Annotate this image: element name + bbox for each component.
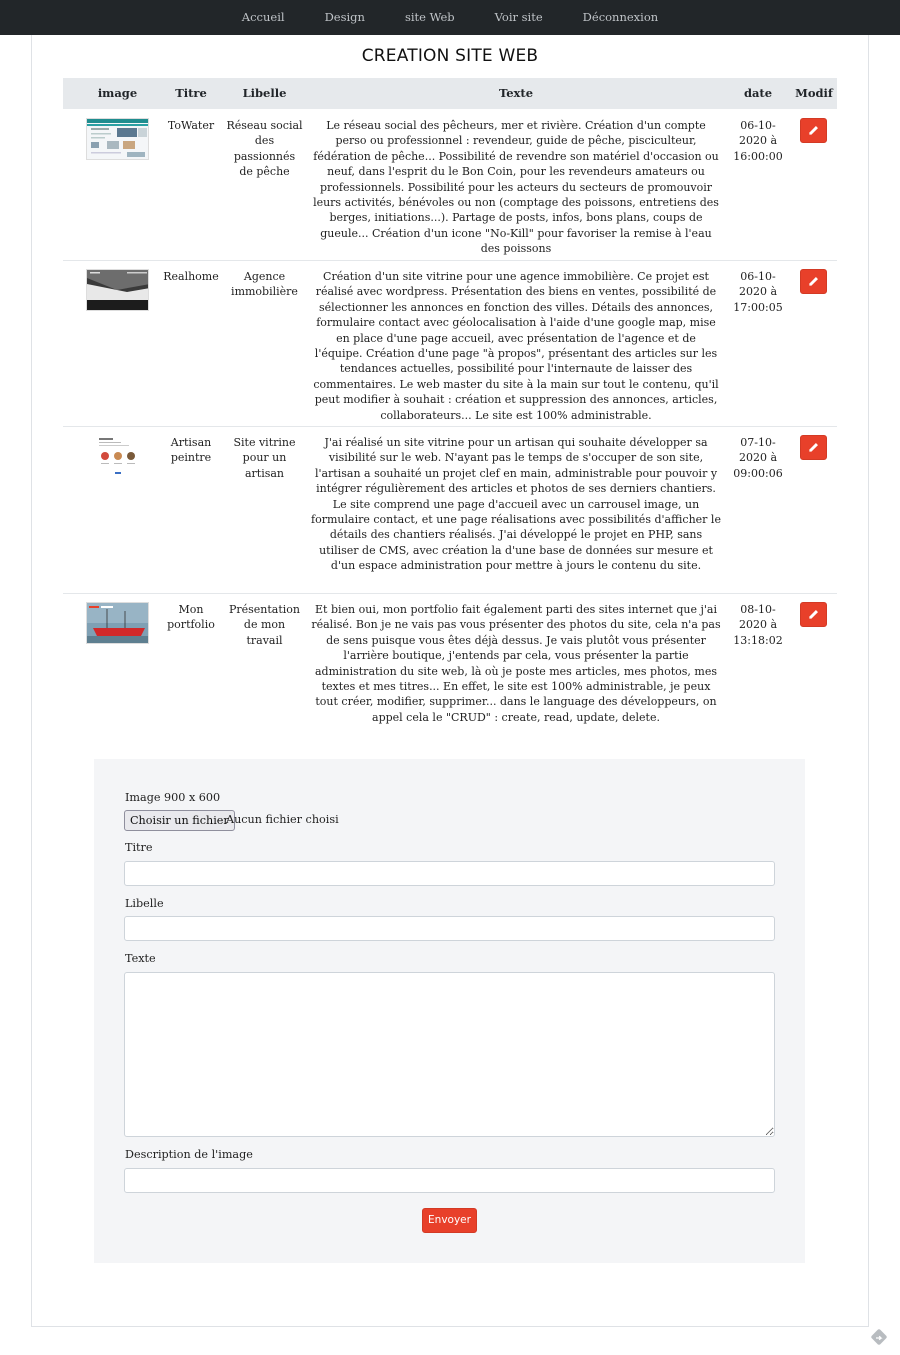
- edit-button[interactable]: [800, 435, 827, 460]
- thumbnail-image: [86, 269, 149, 311]
- texte-textarea[interactable]: [124, 972, 775, 1137]
- row-texte: Et bien oui, mon portfolio fait égalemen…: [311, 603, 721, 724]
- header-image: image: [97, 86, 138, 100]
- row-libelle: Présentation de mon travail: [228, 603, 301, 647]
- header-modif: Modif: [795, 86, 833, 100]
- header-libelle: Libelle: [242, 86, 287, 100]
- pencil-icon: [809, 610, 818, 619]
- header-texte: Texte: [498, 86, 534, 100]
- row-titre: Mon portfolio: [167, 603, 215, 632]
- submit-button[interactable]: Envoyer: [422, 1208, 477, 1233]
- table-row: Realhome Agence immobilière Création d'u…: [63, 261, 837, 427]
- row-titre: Realhome: [163, 270, 219, 283]
- create-site-form: Image 900 x 600 Choisir un fichier Aucun…: [94, 759, 805, 1263]
- row-date: 08-10-2020 à 13:18:02: [733, 603, 783, 647]
- row-libelle: Site vitrine pour un artisan: [233, 436, 296, 480]
- description-input[interactable]: [124, 1168, 775, 1193]
- row-texte: Le réseau social des pêcheurs, mer et ri…: [313, 119, 719, 256]
- row-date: 06-10-2020 à 17:00:05: [733, 270, 783, 314]
- thumbnail-image: [86, 435, 149, 477]
- texte-label: Texte: [125, 952, 156, 965]
- nav-site-web[interactable]: site Web: [385, 0, 475, 35]
- libelle-label: Libelle: [125, 897, 164, 910]
- thumbnail-image: [86, 602, 149, 644]
- edit-button[interactable]: [800, 118, 827, 143]
- row-texte: J'ai réalisé un site vitrine pour un art…: [311, 436, 721, 573]
- nav-links: Accueil Design site Web Voir site Déconn…: [0, 0, 900, 35]
- nav-design[interactable]: Design: [305, 0, 385, 35]
- top-navbar: Accueil Design site Web Voir site Déconn…: [0, 0, 900, 35]
- table-row: Artisan peintre Site vitrine pour un art…: [63, 427, 837, 594]
- nav-deconnexion[interactable]: Déconnexion: [563, 0, 679, 35]
- pencil-icon: [809, 126, 818, 135]
- file-status: Aucun fichier choisi: [226, 813, 339, 826]
- thumbnail-image: [86, 118, 149, 160]
- row-date: 06-10-2020 à 16:00:00: [733, 119, 783, 163]
- row-titre: ToWater: [167, 119, 215, 132]
- titre-label: Titre: [125, 841, 153, 854]
- pencil-icon: [809, 443, 818, 452]
- choose-file-button[interactable]: Choisir un fichier: [124, 810, 235, 831]
- image-label: Image 900 x 600: [125, 791, 221, 804]
- table-header: image Titre Libelle Texte date Modif: [63, 78, 837, 109]
- pencil-icon: [809, 277, 818, 286]
- row-libelle: Agence immobilière: [231, 270, 298, 299]
- titre-input[interactable]: [124, 861, 775, 886]
- libelle-input[interactable]: [124, 916, 775, 941]
- edit-button[interactable]: [800, 602, 827, 627]
- nav-voir-site[interactable]: Voir site: [475, 0, 563, 35]
- page-title: CREATION SITE WEB: [361, 46, 539, 66]
- table-row: ToWater Réseau social des passionnés de …: [63, 109, 837, 261]
- nav-accueil[interactable]: Accueil: [222, 0, 305, 35]
- row-texte: Création d'un site vitrine pour une agen…: [313, 270, 719, 422]
- edit-button[interactable]: [800, 269, 827, 294]
- diamond-arrow-icon[interactable]: [870, 1328, 888, 1346]
- table-row: Mon portfolio Présentation de mon travai…: [63, 594, 837, 724]
- row-libelle: Réseau social des passionnés de pêche: [226, 119, 303, 179]
- header-date: date: [743, 86, 773, 100]
- row-titre: Artisan peintre: [170, 436, 212, 465]
- row-date: 07-10-2020 à 09:00:06: [733, 436, 783, 480]
- description-label: Description de l'image: [125, 1148, 253, 1161]
- header-titre: Titre: [175, 86, 207, 100]
